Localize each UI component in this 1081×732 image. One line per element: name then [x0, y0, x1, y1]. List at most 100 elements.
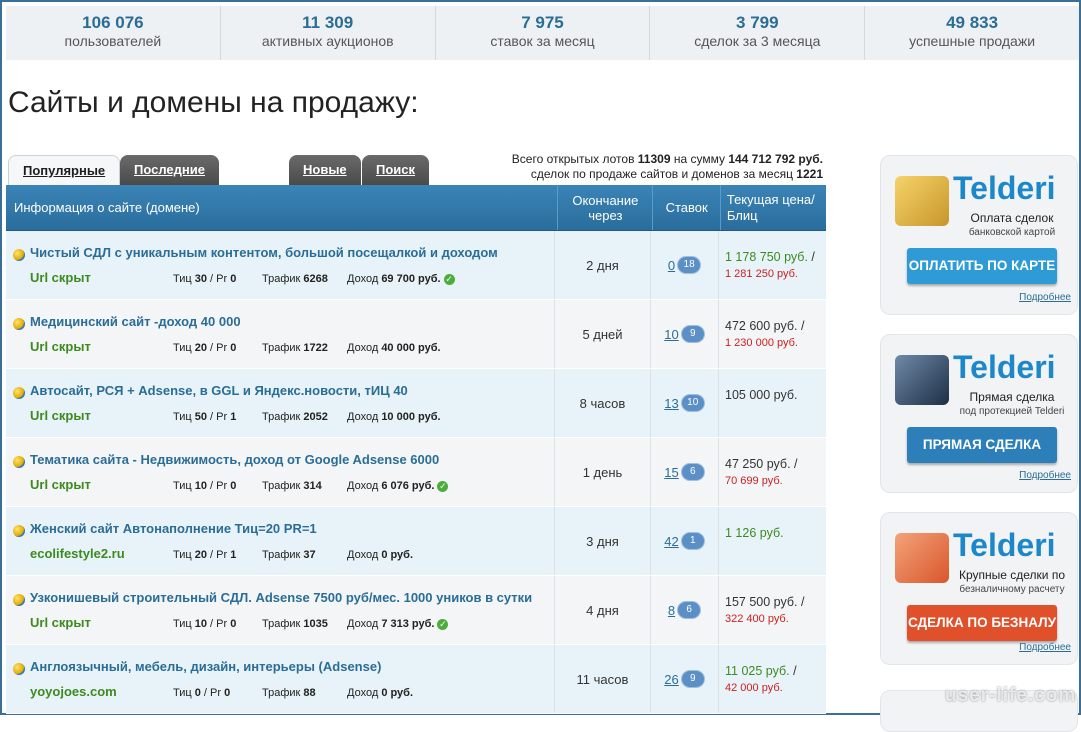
income-label: Доход [347, 480, 379, 492]
price-cell: 47 250 руб. / 70 699 руб. [719, 438, 819, 506]
bids-cell: 42 1 [651, 507, 719, 575]
credit-card-icon [895, 176, 949, 226]
tab-new[interactable]: Новые [289, 155, 361, 185]
listing-title-link[interactable]: Чистый СДЛ с уникальным контентом, больш… [30, 245, 498, 260]
details-link[interactable]: Подробнее [1019, 642, 1071, 653]
details-link[interactable]: Подробнее [1019, 292, 1071, 303]
row-info: Чистый СДЛ с уникальным контентом, больш… [6, 231, 555, 299]
tab-popular[interactable]: Популярные [8, 155, 121, 186]
bids-count-link[interactable]: 8 [668, 603, 675, 618]
totals-label: на сумму [670, 152, 729, 166]
comments-bubble-icon[interactable]: 18 [677, 256, 702, 274]
site-url[interactable]: yoyojoes.com [30, 684, 117, 699]
verified-check-icon: ✓ [437, 480, 449, 492]
bids-count-link[interactable]: 10 [664, 327, 678, 342]
stat-number: 7 975 [521, 13, 564, 32]
promo-button[interactable]: ПРЯМАЯ СДЕЛКА [907, 427, 1057, 463]
bids-cell: 10 9 [651, 300, 719, 368]
row-info: Узконишевый строительный СДЛ. Adsense 75… [6, 576, 555, 644]
price-cell: 472 600 руб. / 1 230 000 руб. [719, 300, 819, 368]
listing-title-link[interactable]: Медицинский сайт -доход 40 000 [30, 314, 241, 329]
promo-text: Прямая сделка под протекцией Telderi [957, 391, 1067, 418]
traffic: Трафик 2052 [262, 411, 328, 423]
promo-button[interactable]: ОПЛАТИТЬ ПО КАРТЕ [907, 248, 1057, 284]
price-cell: 157 500 руб. / 322 400 руб. [719, 576, 819, 644]
site-url[interactable]: ecolifestyle2.ru [30, 546, 125, 561]
pr-label: Pr [216, 273, 228, 285]
tab-search[interactable]: Поиск [362, 155, 430, 185]
bids-count-link[interactable]: 13 [664, 396, 678, 411]
comments-bubble-icon[interactable]: 9 [680, 670, 705, 688]
table-row: Англоязычный, мебель, дизайн, интерьеры … [6, 645, 826, 714]
income: Доход 10 000 руб. [347, 411, 441, 423]
price-separator: / [800, 319, 805, 333]
pr-label: Pr [216, 549, 228, 561]
bids-count-link[interactable]: 26 [664, 672, 678, 687]
tic-label: Тиц [173, 687, 192, 699]
tic-value: 0 [194, 687, 201, 699]
promo-button[interactable]: СДЕЛКА ПО БЕЗНАЛУ [907, 605, 1057, 641]
comments-bubble-icon[interactable]: 1 [680, 532, 705, 550]
time-left: 1 день [555, 438, 651, 506]
listing-title-link[interactable]: Автосайт, РСЯ + Adsense, в GGL и Яндекс.… [30, 383, 408, 398]
table-row: Чистый СДЛ с уникальным контентом, больш… [6, 231, 826, 300]
stat-number: 11 309 [302, 13, 354, 32]
site-url: Url скрыт [30, 615, 91, 630]
current-price: 157 500 руб. [725, 595, 798, 609]
globe-icon [13, 456, 25, 468]
traffic: Трафик 88 [262, 687, 316, 699]
stat-item: 49 833 успешные продажи [865, 6, 1079, 60]
comments-bubble-icon[interactable]: 9 [680, 325, 705, 343]
header-end[interactable]: Окончание через [558, 185, 654, 230]
bids-count-link[interactable]: 42 [664, 534, 678, 549]
row-info: Женский сайт Автонаполнение Тиц=20 PR=1 … [6, 507, 555, 575]
tic-value: 20 [194, 342, 207, 354]
pr-value: 0 [230, 480, 237, 492]
bids-count-link[interactable]: 15 [664, 465, 678, 480]
listing-title-link[interactable]: Узконишевый строительный СДЛ. Adsense 75… [30, 590, 532, 605]
income-value: 10 000 руб. [381, 411, 441, 423]
comments-bubble-icon[interactable]: 6 [680, 463, 705, 481]
verified-check-icon: ✓ [443, 273, 455, 285]
listing-title-link[interactable]: Англоязычный, мебель, дизайн, интерьеры … [30, 659, 381, 674]
bids-cell: 26 9 [651, 645, 719, 713]
income: Доход 7 313 руб. ✓ [347, 618, 449, 630]
header-price[interactable]: Текущая цена/Блиц [721, 185, 826, 230]
current-price: 47 250 руб. [725, 457, 791, 471]
income: Доход 69 700 руб. ✓ [347, 273, 455, 285]
traffic-value: 1035 [303, 618, 328, 630]
brand-logo: Telderi [953, 527, 1056, 563]
row-info: Автосайт, РСЯ + Adsense, в GGL и Яндекс.… [6, 369, 555, 437]
pr-value: 0 [230, 342, 237, 354]
stat-label: успешные продажи [909, 33, 1036, 49]
tab-recent-active[interactable]: Последние активные [120, 155, 219, 207]
row-info: Англоязычный, мебель, дизайн, интерьеры … [6, 645, 555, 713]
traffic-label: Трафик [262, 618, 301, 630]
tic-label: Тиц [173, 618, 192, 630]
listings-table: Информация о сайте (домене) Окончание че… [6, 185, 826, 714]
totals-label: Всего открытых лотов [511, 152, 638, 166]
time-left: 5 дней [555, 300, 651, 368]
details-link[interactable]: Подробнее [1019, 470, 1071, 481]
table-row: Медицинский сайт -доход 40 000 Url скрыт… [6, 300, 826, 369]
stat-label: пользователей [64, 33, 162, 49]
promo-text: Оплата сделок банковской картой [957, 212, 1067, 239]
stat-label: активных аукционов [261, 33, 394, 49]
totals-label: сделок по продаже сайтов и доменов за ме… [530, 167, 797, 181]
listing-title-link[interactable]: Тематика сайта - Недвижимость, доход от … [30, 452, 439, 467]
comments-bubble-icon[interactable]: 6 [677, 601, 702, 619]
stat-number: 106 076 [82, 13, 144, 32]
listing-title-link[interactable]: Женский сайт Автонаполнение Тиц=20 PR=1 [30, 521, 317, 536]
promo-card: Telderi Прямая сделка под протекцией Teld… [880, 334, 1078, 493]
income: Доход 0 руб. [347, 549, 413, 561]
time-left: 3 дня [555, 507, 651, 575]
bids-count-link[interactable]: 0 [668, 258, 675, 273]
traffic-label: Трафик [262, 687, 301, 699]
tic-label: Тиц [173, 273, 192, 285]
comments-bubble-icon[interactable]: 10 [680, 394, 705, 412]
site-url: Url скрыт [30, 339, 91, 354]
traffic: Трафик 6268 [262, 273, 328, 285]
traffic-value: 314 [303, 480, 322, 492]
header-bids[interactable]: Ставок [653, 185, 721, 230]
current-price: 1 126 руб. [725, 526, 784, 540]
